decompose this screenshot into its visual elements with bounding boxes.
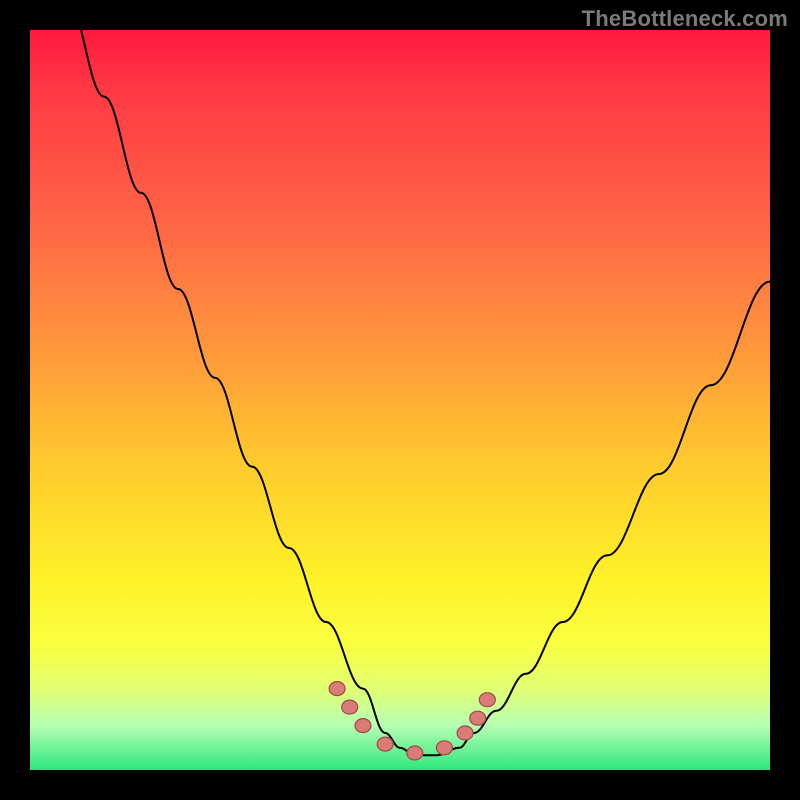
near-optimal-point	[436, 741, 452, 755]
near-optimal-point	[470, 711, 486, 725]
near-optimal-point	[342, 700, 358, 714]
near-optimal-point	[377, 737, 393, 751]
near-optimal-point	[479, 693, 495, 707]
near-optimal-points	[329, 682, 495, 760]
chart-frame: TheBottleneck.com	[0, 0, 800, 800]
near-optimal-point	[329, 682, 345, 696]
plot-area	[30, 30, 770, 770]
near-optimal-point	[355, 719, 371, 733]
bottleneck-curve	[30, 0, 770, 755]
near-optimal-point	[407, 746, 423, 760]
curve-layer	[30, 30, 770, 770]
watermark-text: TheBottleneck.com	[582, 6, 788, 32]
near-optimal-point	[457, 726, 473, 740]
